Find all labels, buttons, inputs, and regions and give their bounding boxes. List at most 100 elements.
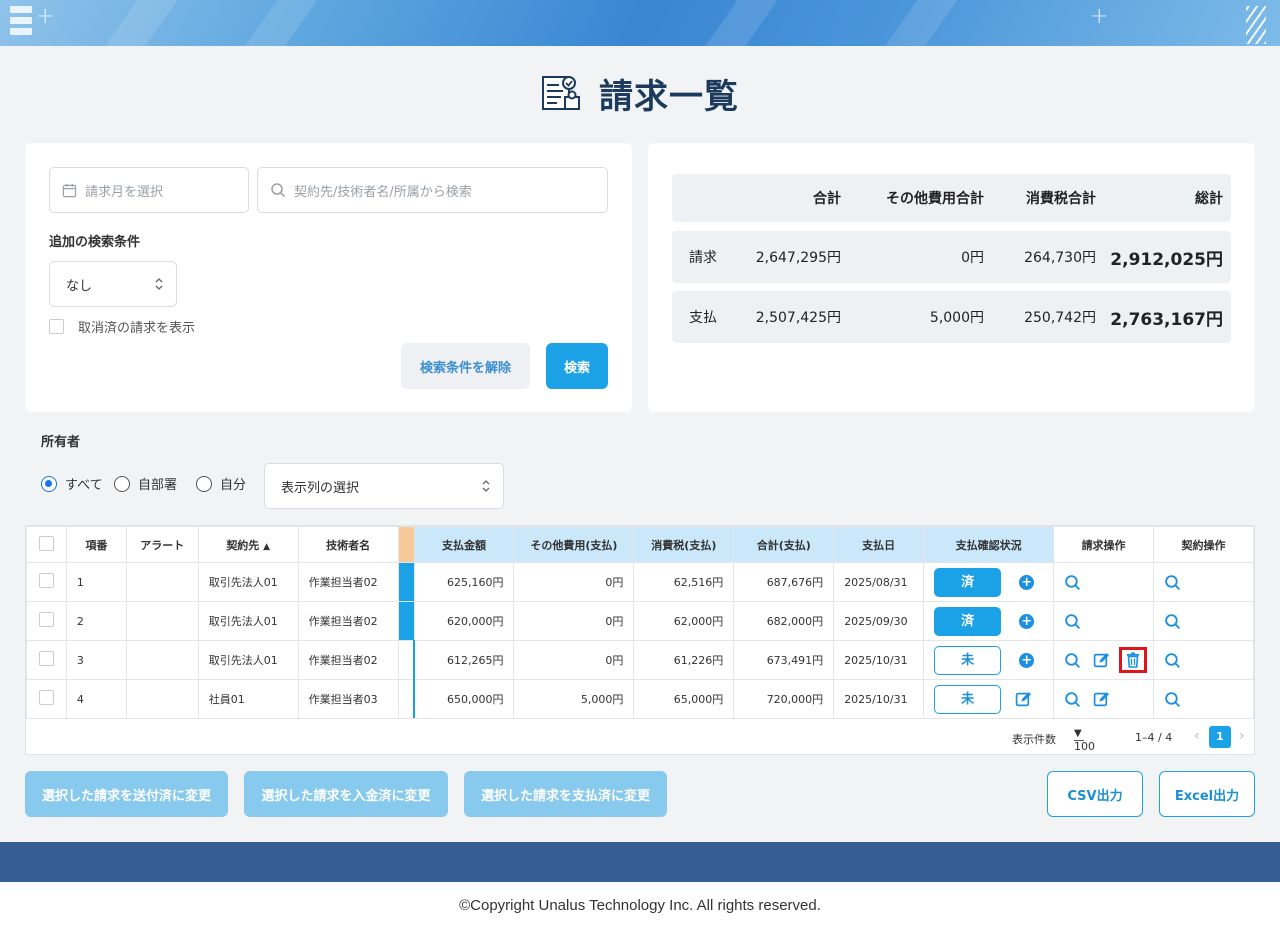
sort-asc-icon: ▲ xyxy=(263,541,271,552)
edit-icon[interactable] xyxy=(1093,691,1110,708)
view-icon[interactable] xyxy=(1164,652,1181,669)
cell-alert xyxy=(125,601,199,641)
cut-off-button xyxy=(397,679,416,719)
col-other-cost[interactable]: その他費用(支払) xyxy=(513,526,635,563)
page-header: 請求一覧 xyxy=(0,68,1280,118)
col-pay-date[interactable]: 支払日 xyxy=(833,526,925,563)
cell-engineer: 作業担当者02 xyxy=(297,640,399,680)
col-tax[interactable]: 消費税(支払) xyxy=(633,526,735,563)
page-range: 1–4 / 4 xyxy=(1135,731,1173,744)
add-icon[interactable]: + xyxy=(1019,574,1035,590)
pay-status-button[interactable]: 未 xyxy=(934,645,1002,675)
view-icon[interactable] xyxy=(1164,691,1181,708)
column-select[interactable]: 表示列の選択 xyxy=(264,463,504,509)
row-select-cell xyxy=(26,640,67,680)
cell-pay-status: 済 + xyxy=(923,562,1055,602)
radio-selected-icon xyxy=(41,475,57,492)
clear-conditions-button[interactable]: 検索条件を解除 xyxy=(401,343,530,389)
view-icon[interactable] xyxy=(1064,691,1081,708)
col-total[interactable]: 合計(支払) xyxy=(733,526,835,563)
col-pay-status[interactable]: 支払確認状況 xyxy=(923,526,1055,563)
invoice-document-icon xyxy=(542,76,580,110)
cell-client: 取引先法人01 xyxy=(197,562,299,602)
cell-pay-amount: 620,000円 xyxy=(413,601,515,641)
col-alert[interactable]: アラート xyxy=(125,526,199,563)
menu-icon[interactable] xyxy=(10,6,34,42)
owner-radio-self[interactable]: 自分 xyxy=(196,474,246,493)
totals-row-label: 請求 xyxy=(689,250,717,266)
cell-no: 1 xyxy=(65,562,127,602)
view-icon[interactable] xyxy=(1164,613,1181,630)
csv-export-button[interactable]: CSV出力 xyxy=(1047,771,1143,817)
row-checkbox[interactable] xyxy=(38,651,54,666)
cell-tax: 62,000円 xyxy=(633,601,735,641)
mark-sent-button[interactable]: 選択した請求を送付済に変更 xyxy=(25,771,228,817)
add-icon[interactable]: + xyxy=(1019,613,1035,629)
totals-other: 5,000円 xyxy=(929,310,984,326)
cell-pay-date: 2025/10/31 xyxy=(833,679,925,719)
cell-engineer: 作業担当者03 xyxy=(297,679,399,719)
owner-radio-department[interactable]: 自部署 xyxy=(114,474,177,493)
col-engineer[interactable]: 技術者名 xyxy=(297,526,399,563)
cell-tax: 62,516円 xyxy=(633,562,735,602)
copyright: ©Copyright Unalus Technology Inc. All ri… xyxy=(0,882,1280,930)
pay-status-button[interactable]: 未 xyxy=(934,684,1002,714)
hatch-decoration xyxy=(1246,6,1266,44)
trash-icon[interactable] xyxy=(1126,652,1140,668)
additional-condition-select[interactable]: なし xyxy=(49,261,177,307)
pay-status-button[interactable]: 済 xyxy=(934,567,1002,597)
radio-label: 自分 xyxy=(220,478,247,493)
cell-no: 2 xyxy=(65,601,127,641)
view-icon[interactable] xyxy=(1064,574,1081,591)
cell-engineer: 作業担当者02 xyxy=(297,601,399,641)
show-cancelled-checkbox[interactable] xyxy=(49,319,64,334)
row-select-cell xyxy=(26,562,67,602)
additional-condition-label: 追加の検索条件 xyxy=(49,235,141,250)
mark-received-button[interactable]: 選択した請求を入金済に変更 xyxy=(244,771,448,817)
page-title: 請求一覧 xyxy=(599,76,739,117)
view-icon[interactable] xyxy=(1064,652,1081,669)
cut-off-button xyxy=(397,601,415,641)
column-select-label: 表示列の選択 xyxy=(281,480,360,496)
owner-label: 所有者 xyxy=(41,435,81,450)
cut-off-button xyxy=(397,640,416,680)
banner-stripe xyxy=(95,0,185,46)
table-row: 2 取引先法人01 作業担当者02 620,000円 0円 62,000円 68… xyxy=(26,601,1254,641)
add-icon[interactable]: + xyxy=(1019,652,1035,668)
row-checkbox[interactable] xyxy=(38,612,54,627)
col-client[interactable]: 契約先 ▲ xyxy=(197,526,299,563)
billing-month-picker[interactable]: 請求月を選択 xyxy=(49,167,249,213)
col-client-label: 契約先 xyxy=(226,538,260,552)
edit-icon[interactable] xyxy=(1015,691,1032,708)
view-icon[interactable] xyxy=(1064,613,1081,630)
totals-row-label: 支払 xyxy=(689,310,717,326)
cell-pay-status: 未 + xyxy=(923,640,1055,680)
search-icon xyxy=(271,183,286,198)
view-icon[interactable] xyxy=(1164,574,1181,591)
totals-header-tax: 消費税合計 xyxy=(1026,191,1096,207)
cell-no: 4 xyxy=(65,679,127,719)
per-page-value: 100 xyxy=(1074,740,1095,753)
row-checkbox[interactable] xyxy=(38,690,54,705)
mark-paid-button[interactable]: 選択した請求を支払済に変更 xyxy=(464,771,667,817)
excel-export-button[interactable]: Excel出力 xyxy=(1159,771,1255,817)
row-checkbox[interactable] xyxy=(38,573,54,588)
search-button[interactable]: 検索 xyxy=(546,343,608,389)
col-pay-amount[interactable]: 支払金額 xyxy=(413,526,515,563)
next-page-icon[interactable]: › xyxy=(1239,728,1245,744)
keyword-search-input[interactable]: 契約先/技術者名/所属から検索 xyxy=(257,167,608,213)
select-all-checkbox[interactable] xyxy=(38,535,54,551)
banner-stripe xyxy=(235,0,325,46)
page-1-button[interactable]: 1 xyxy=(1209,726,1231,748)
totals-row-payment: 支払 2,507,425円 5,000円 250,742円 2,763,167円 xyxy=(672,291,1231,343)
delete-highlight[interactable] xyxy=(1119,647,1148,673)
cell-pay-date: 2025/08/31 xyxy=(833,562,925,602)
radio-icon xyxy=(196,475,212,492)
edit-icon[interactable] xyxy=(1093,652,1110,669)
owner-radio-all[interactable]: すべて xyxy=(41,474,103,493)
per-page-select[interactable]: 100 ▼ xyxy=(1074,728,1095,753)
col-no[interactable]: 項番 xyxy=(65,526,127,563)
prev-page-icon[interactable]: ‹ xyxy=(1194,728,1200,744)
pay-status-button[interactable]: 済 xyxy=(934,606,1002,636)
cell-alert xyxy=(125,679,199,719)
